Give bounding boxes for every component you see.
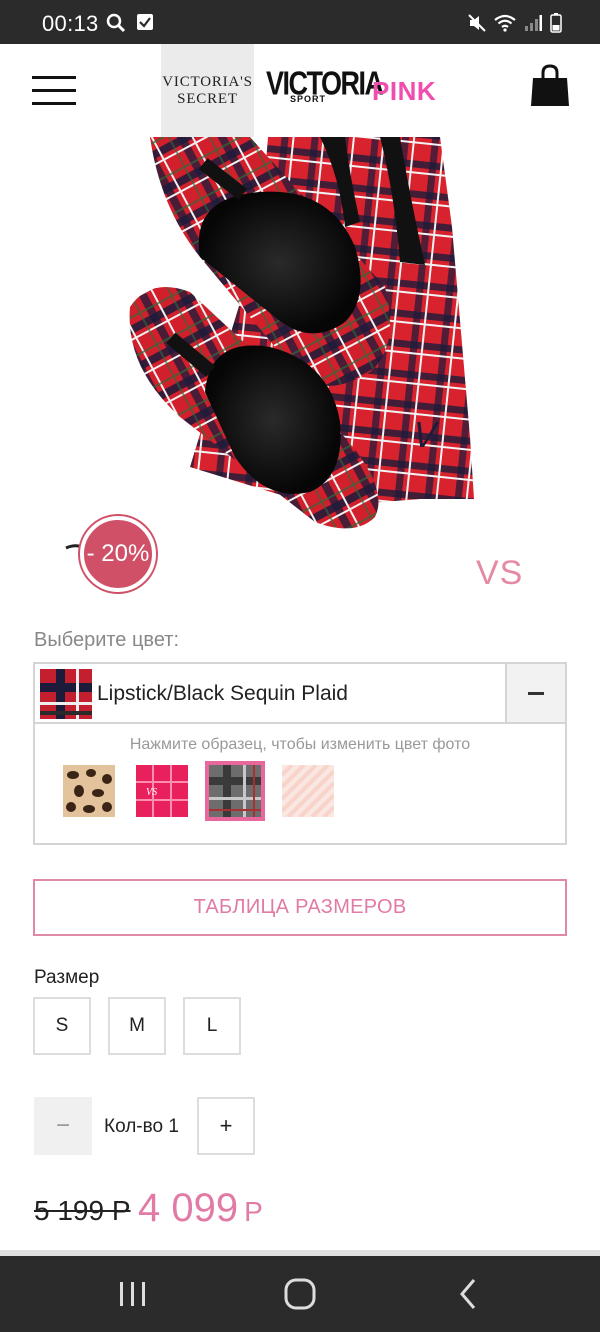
- swatch-pink-logo[interactable]: VS: [136, 765, 188, 817]
- new-price-currency: Р: [244, 1196, 263, 1227]
- svg-text:Ｖ: Ｖ: [405, 418, 440, 455]
- vs-watermark: VS: [476, 554, 524, 592]
- brand-sport-label: VICTORIA: [266, 64, 384, 102]
- shopping-bag-icon[interactable]: [530, 64, 570, 108]
- brand-vs-line2: Secret: [177, 90, 238, 107]
- swatch-hint: Нажмите образец, чтобы изменить цвет фот…: [129, 736, 471, 753]
- color-selector: Lipstick/Black Sequin Plaid Нажмите обра…: [33, 662, 567, 845]
- old-price: 5 199 Р: [34, 1195, 131, 1226]
- size-label: Размер: [34, 967, 100, 988]
- color-selector-header[interactable]: Lipstick/Black Sequin Plaid: [35, 664, 565, 724]
- brand-pink[interactable]: PINK: [372, 76, 436, 107]
- svg-text:VS: VS: [146, 787, 157, 798]
- wifi-icon: [494, 14, 516, 32]
- hamburger-icon[interactable]: [32, 76, 76, 106]
- selected-color-name: Lipstick/Black Sequin Plaid: [97, 682, 348, 705]
- color-label: Выберите цвет:: [34, 629, 180, 651]
- collapse-color-button[interactable]: [505, 664, 565, 722]
- system-nav-bar: [0, 1256, 600, 1332]
- status-time: 00:13: [42, 11, 99, 36]
- quantity-decrease-button[interactable]: −: [34, 1097, 92, 1155]
- mute-icon: [468, 14, 486, 32]
- size-option-m[interactable]: M: [108, 997, 166, 1055]
- battery-icon: [550, 13, 562, 33]
- brand-victorias-secret[interactable]: Victoria's Secret: [161, 44, 254, 137]
- quantity-increase-button[interactable]: +: [197, 1097, 255, 1155]
- size-chart-button[interactable]: ТАБЛИЦА РАЗМЕРОВ: [33, 879, 567, 936]
- selected-color-thumbnail: [40, 669, 92, 719]
- size-option-l[interactable]: L: [183, 997, 241, 1055]
- swatch-grey-plaid[interactable]: [205, 761, 265, 821]
- size-option-s[interactable]: S: [33, 997, 91, 1055]
- status-bar: 00:13: [0, 0, 600, 44]
- brand-vs-line1: Victoria's: [162, 73, 253, 90]
- checkbox-notification-icon: [137, 14, 153, 30]
- status-left-icons: [106, 13, 154, 33]
- status-right-icons: [468, 13, 562, 33]
- signal-icon: [525, 15, 542, 31]
- new-price-value: 4 099: [138, 1186, 239, 1230]
- discount-badge: - 20%: [80, 516, 156, 592]
- minus-icon: [528, 691, 544, 695]
- home-icon[interactable]: [280, 1276, 320, 1312]
- brand-victoria-sport[interactable]: VICTORIA SPORT: [266, 64, 384, 112]
- swatch-blush-stripe[interactable]: [282, 765, 334, 817]
- new-price: 4 099 Р: [138, 1186, 263, 1231]
- app-header: Victoria's Secret VICTORIA SPORT PINK: [0, 44, 600, 137]
- swatch-leopard[interactable]: [63, 765, 115, 817]
- search-icon: [106, 13, 126, 33]
- recent-apps-icon[interactable]: [113, 1276, 153, 1312]
- quantity-label: Кол-во 1: [104, 1116, 179, 1137]
- back-icon[interactable]: [448, 1276, 488, 1312]
